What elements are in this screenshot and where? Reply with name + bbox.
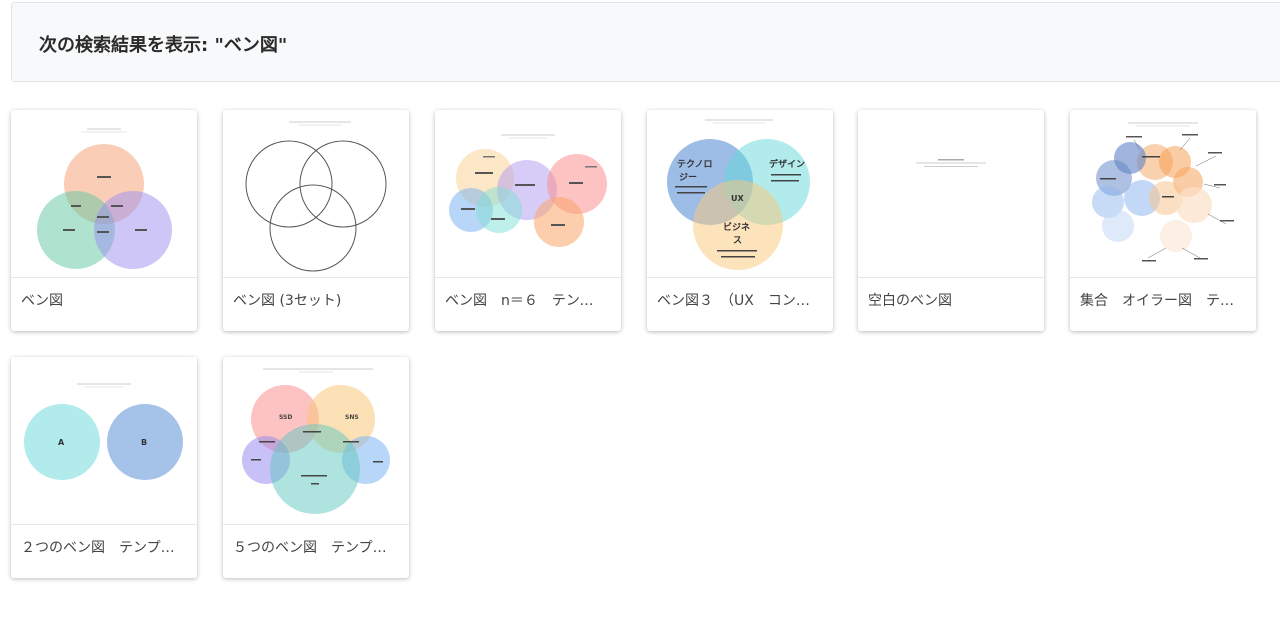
template-title: ５つのベン図 テンプレート — [233, 540, 395, 556]
svg-text:ス: ス — [733, 235, 742, 246]
svg-text:デザイン: デザイン — [769, 158, 805, 170]
template-card-blank-venn[interactable]: 空白のベン図 — [858, 110, 1044, 331]
set-label-ssd: SSD — [279, 414, 292, 421]
circle-label-b: B — [141, 438, 147, 447]
svg-text:ビジネ: ビジネ — [723, 221, 750, 233]
template-title: ２つのベン図 テンプレート — [21, 540, 183, 556]
template-card-venn-n6[interactable]: ベン図 n＝６ テンプレート — [435, 110, 621, 331]
template-title: ベン図３ （UX コンセプト） — [657, 293, 819, 309]
template-title: 集合 オイラー図 テンプレート — [1080, 293, 1242, 309]
template-thumbnail: テクノロ ジー デザイン UX ビジネ ス — [647, 110, 833, 278]
template-thumbnail: SSD SNS — [223, 357, 409, 525]
template-card-five-circle-venn[interactable]: SSD SNS ５つのベン図 テンプレート — [223, 357, 409, 578]
svg-text:UX: UX — [731, 194, 744, 203]
template-card-set-euler-diagram[interactable]: 集合 オイラー図 テンプレート — [1070, 110, 1256, 331]
template-thumbnail — [858, 110, 1044, 278]
template-thumbnail — [11, 110, 197, 278]
template-card-venn-ux-concept[interactable]: テクノロ ジー デザイン UX ビジネ ス ベン図３ （UX コンセプト） — [647, 110, 833, 331]
template-title: ベン図 — [21, 293, 63, 309]
template-card-venn[interactable]: ベン図 — [11, 110, 197, 331]
template-title: 空白のベン図 — [868, 293, 952, 309]
set-label-sns: SNS — [345, 414, 359, 421]
template-thumbnail — [223, 110, 409, 278]
template-title: ベン図 n＝６ テンプレート — [445, 293, 607, 309]
circle-label-a: A — [58, 438, 65, 447]
template-title: ベン図 (3セット) — [233, 293, 342, 309]
svg-text:テクノロ: テクノロ — [677, 159, 712, 170]
template-card-venn-3-sets[interactable]: ベン図 (3セット) — [223, 110, 409, 331]
template-card-two-circle-venn[interactable]: A B ２つのベン図 テンプレート — [11, 357, 197, 578]
template-thumbnail — [435, 110, 621, 278]
template-thumbnail: A B — [11, 357, 197, 525]
svg-text:ジー: ジー — [679, 172, 697, 183]
template-thumbnail — [1070, 110, 1256, 278]
search-results-header: 次の検索結果を表示: "ベン図" — [11, 2, 1280, 82]
search-results-title: 次の検索結果を表示: "ベン図" — [39, 35, 288, 56]
